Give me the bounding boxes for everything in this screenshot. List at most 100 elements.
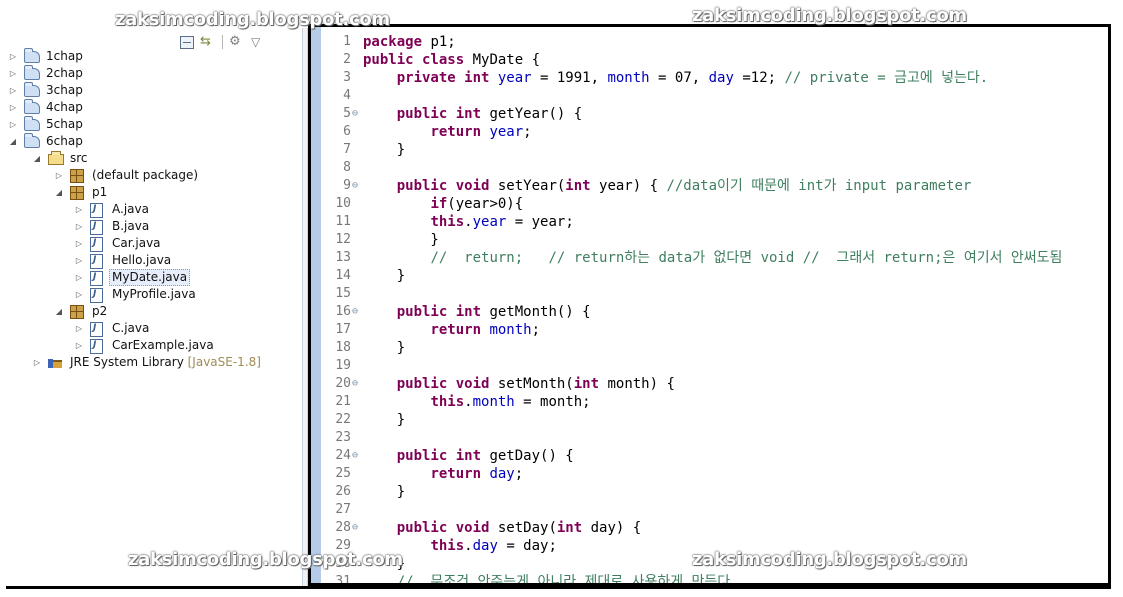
tree-item[interactable]: ▷ CarExample.java: [0, 337, 302, 354]
tree-item[interactable]: ▷ 5chap: [0, 116, 302, 133]
code-line[interactable]: 28 ⊖ public void setDay(int day) {: [323, 519, 1108, 537]
tree-item[interactable]: ◢ src: [0, 150, 302, 167]
code-line[interactable]: 20 ⊖ public void setMonth(int month) {: [323, 375, 1108, 393]
tree-item[interactable]: ▷ C.java: [0, 320, 302, 337]
code-line[interactable]: 16 ⊖ public int getMonth() {: [323, 303, 1108, 321]
tree-item[interactable]: ◢ 6chap: [0, 133, 302, 150]
code-text: }: [363, 411, 405, 429]
code-line[interactable]: 17 return month;: [323, 321, 1108, 339]
tree-item[interactable]: ▷ 4chap: [0, 99, 302, 116]
expanded-arrow-icon[interactable]: ◢: [8, 133, 18, 150]
code-line[interactable]: 14 }: [323, 267, 1108, 285]
collapsed-arrow-icon[interactable]: ▷: [8, 99, 18, 116]
view-menu-icon[interactable]: ⚙: [229, 35, 245, 49]
collapsed-arrow-icon[interactable]: ▷: [74, 269, 84, 286]
code-line[interactable]: 3 private int year = 1991, month = 07, d…: [323, 69, 1108, 87]
code-token-field: year: [497, 70, 532, 86]
code-line[interactable]: 5 ⊖ public int getYear() {: [323, 105, 1108, 123]
collapsed-arrow-icon[interactable]: ▷: [32, 354, 42, 371]
collapse-all-icon[interactable]: [180, 35, 194, 49]
java-icon: [90, 286, 103, 303]
code-line[interactable]: 12 }: [323, 231, 1108, 249]
code-line[interactable]: 25 return day;: [323, 465, 1108, 483]
tree-item[interactable]: ▷ Hello.java: [0, 252, 302, 269]
code-line[interactable]: 9 ⊖ public void setYear(int year) { //dat…: [323, 177, 1108, 195]
code-line[interactable]: 15: [323, 285, 1108, 303]
collapsed-arrow-icon[interactable]: ▷: [74, 337, 84, 354]
code-line[interactable]: 7 }: [323, 141, 1108, 159]
tree-item[interactable]: ▷ JRE System Library [JavaSE-1.8]: [0, 354, 302, 371]
collapsed-arrow-icon[interactable]: ▷: [74, 286, 84, 303]
project-tree: ▷ 1chap ▷ 2chap ▷ 3chap ▷ 4chap ▷ 5chap ◢ 6chap ◢ src…: [0, 48, 302, 371]
fold-toggle-icon[interactable]: ⊖: [352, 375, 358, 393]
code-editor[interactable]: 1 package p1; 2 public class MyDate {3 priv…: [308, 24, 1111, 586]
code-token-plain: setDay(: [489, 520, 557, 536]
tree-item[interactable]: ◢ p2: [0, 303, 302, 320]
collapsed-arrow-icon[interactable]: ▷: [74, 235, 84, 252]
tree-item[interactable]: ▷ A.java: [0, 201, 302, 218]
collapsed-arrow-icon[interactable]: ▷: [74, 252, 84, 269]
code-line[interactable]: 29 this.day = day;: [323, 537, 1108, 555]
code-token-kw: int: [556, 520, 583, 536]
tree-item[interactable]: ▷ 3chap: [0, 82, 302, 99]
fold-toggle-icon[interactable]: ⊖: [352, 105, 358, 123]
line-number: 26: [335, 484, 351, 499]
code-line[interactable]: 27: [323, 501, 1108, 519]
code-line[interactable]: 31 // 무조건 안주는게 아니라 제대로 사용하게 만든다.: [323, 573, 1108, 583]
collapsed-arrow-icon[interactable]: ▷: [8, 65, 18, 82]
line-number: 7: [343, 142, 351, 157]
code-line[interactable]: 2 public class MyDate {: [323, 51, 1108, 69]
code-line[interactable]: 19: [323, 357, 1108, 375]
collapsed-arrow-icon[interactable]: ▷: [8, 82, 18, 99]
code-text: return month;: [363, 321, 540, 339]
collapsed-arrow-icon[interactable]: ▷: [74, 201, 84, 218]
code-line[interactable]: 26 }: [323, 483, 1108, 501]
fold-toggle-icon[interactable]: ⊖: [352, 519, 358, 537]
code-token-plain: (year>0){: [447, 196, 524, 212]
code-line[interactable]: 13 // return; // return하는 data가 없다면 void…: [323, 249, 1108, 267]
tree-item[interactable]: ▷ (default package): [0, 167, 302, 184]
code-line[interactable]: 23: [323, 429, 1108, 447]
collapsed-arrow-icon[interactable]: ▷: [74, 320, 84, 337]
link-with-editor-icon[interactable]: ⇆: [200, 35, 216, 49]
code-line[interactable]: 4: [323, 87, 1108, 105]
collapsed-arrow-icon[interactable]: ▷: [54, 167, 64, 184]
tree-item[interactable]: ▷ MyProfile.java: [0, 286, 302, 303]
fold-toggle-icon[interactable]: ⊖: [352, 303, 358, 321]
collapsed-arrow-icon[interactable]: ▷: [8, 48, 18, 65]
fold-toggle-icon[interactable]: ⊖: [352, 177, 358, 195]
code-line[interactable]: 8: [323, 159, 1108, 177]
code-line[interactable]: 1 package p1;: [323, 33, 1108, 51]
tree-item[interactable]: ▷ 1chap: [0, 48, 302, 65]
line-number: 15: [335, 286, 351, 301]
code-line[interactable]: 30 }: [323, 555, 1108, 573]
code-line[interactable]: 10 if(year>0){: [323, 195, 1108, 213]
tree-item[interactable]: ▷ B.java: [0, 218, 302, 235]
code-token-plain: month) {: [599, 376, 675, 392]
tree-item[interactable]: ▷ Car.java: [0, 235, 302, 252]
expanded-arrow-icon[interactable]: ◢: [32, 150, 42, 167]
code-text: }: [363, 483, 405, 501]
collapsed-arrow-icon[interactable]: ▷: [8, 116, 18, 133]
expanded-arrow-icon[interactable]: ◢: [54, 184, 64, 201]
code-line[interactable]: 22 }: [323, 411, 1108, 429]
code-line[interactable]: 6 return year;: [323, 123, 1108, 141]
collapsed-arrow-icon[interactable]: ▷: [74, 218, 84, 235]
code-line[interactable]: 21 this.month = month;: [323, 393, 1108, 411]
chevron-down-icon[interactable]: ▽: [251, 35, 267, 49]
code-area[interactable]: 1 package p1; 2 public class MyDate {3 priv…: [323, 33, 1108, 583]
tree-item[interactable]: ◢ p1: [0, 184, 302, 201]
code-line[interactable]: 11 this.year = year;: [323, 213, 1108, 231]
fold-toggle-icon[interactable]: ⊖: [352, 447, 358, 465]
tree-item[interactable]: ▷ 2chap: [0, 65, 302, 82]
code-line[interactable]: 18 }: [323, 339, 1108, 357]
tree-item[interactable]: ▷ MyDate.java: [0, 269, 302, 286]
expanded-arrow-icon[interactable]: ◢: [54, 303, 64, 320]
code-token-plain: .: [464, 538, 473, 554]
code-line[interactable]: 24 ⊖ public int getDay() {: [323, 447, 1108, 465]
code-token-plain: getDay() {: [481, 448, 574, 464]
line-number: 13: [335, 250, 351, 265]
